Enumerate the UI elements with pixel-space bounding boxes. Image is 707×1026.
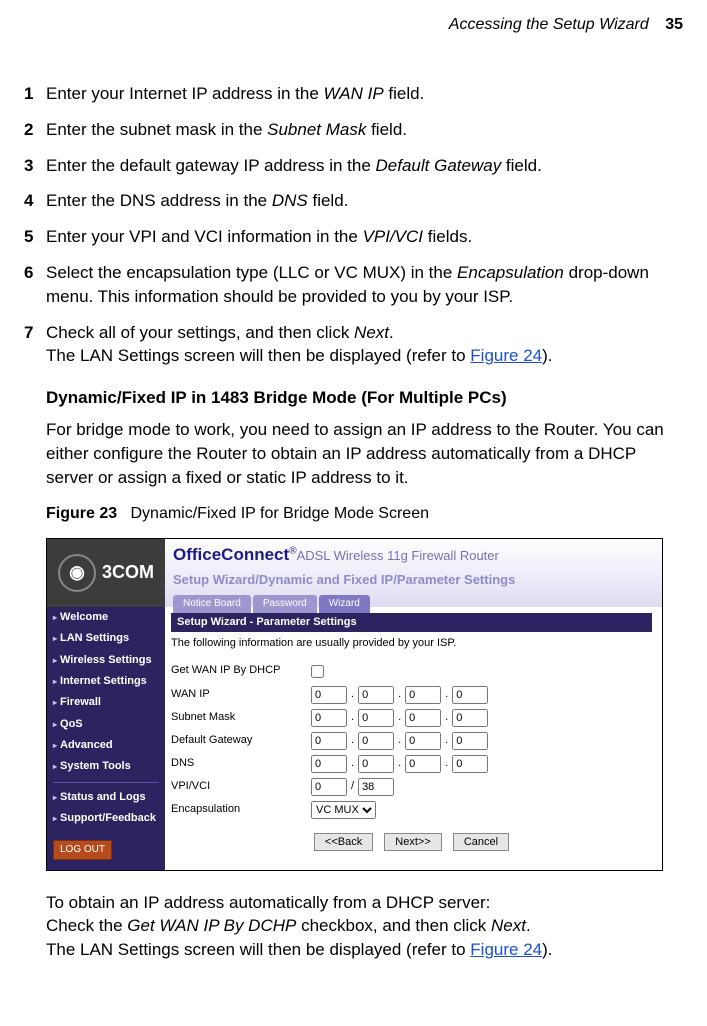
step-3: 3Enter the default gateway IP address in… xyxy=(24,154,683,178)
encaps-select[interactable]: VC MUX xyxy=(311,801,376,819)
back-button[interactable]: <<Back xyxy=(314,833,373,851)
sidebar: WelcomeLAN SettingsWireless SettingsInte… xyxy=(47,607,165,870)
running-header: Accessing the Setup Wizard 35 xyxy=(24,16,683,34)
panel-header: Setup Wizard - Parameter Settings xyxy=(171,613,652,632)
label-wanip: WAN IP xyxy=(171,687,311,702)
logo-3com: ◉ 3COM xyxy=(47,539,165,607)
router-ui: ◉ 3COM OfficeConnect®ADSL Wireless 11g F… xyxy=(46,538,663,871)
dns-4[interactable] xyxy=(452,755,488,773)
label-vpivci: VPI/VCI xyxy=(171,779,311,794)
wanip-1[interactable] xyxy=(311,686,347,704)
dhcp-checkbox[interactable] xyxy=(311,665,324,678)
sidebar-item-status-and-logs[interactable]: Status and Logs xyxy=(47,787,165,808)
figure-caption: Figure 23 Dynamic/Fixed IP for Bridge Mo… xyxy=(46,503,683,525)
dns-3[interactable] xyxy=(405,755,441,773)
paragraph: For bridge mode to work, you need to ass… xyxy=(46,418,683,489)
label-dns: DNS xyxy=(171,756,311,771)
dns-2[interactable] xyxy=(358,755,394,773)
subnet-4[interactable] xyxy=(452,709,488,727)
step-text: Check all of your settings, and then cli… xyxy=(46,321,683,369)
step-text: Select the encapsulation type (LLC or VC… xyxy=(46,261,683,309)
step-text: Enter your Internet IP address in the WA… xyxy=(46,82,683,106)
dns-1[interactable] xyxy=(311,755,347,773)
logo-icon: ◉ xyxy=(58,554,96,592)
vci-input[interactable] xyxy=(358,778,394,796)
step-6: 6Select the encapsulation type (LLC or V… xyxy=(24,261,683,309)
step-text: Enter your VPI and VCI information in th… xyxy=(46,225,683,249)
step-number: 2 xyxy=(24,118,46,142)
breadcrumb: Setup Wizard/Dynamic and Fixed IP/Parame… xyxy=(173,571,654,589)
logo-text: 3COM xyxy=(102,560,154,585)
figure-title: Dynamic/Fixed IP for Bridge Mode Screen xyxy=(130,505,429,522)
step-4: 4Enter the DNS address in the DNS field. xyxy=(24,189,683,213)
label-encaps: Encapsulation xyxy=(171,802,311,817)
step-5: 5Enter your VPI and VCI information in t… xyxy=(24,225,683,249)
subnet-2[interactable] xyxy=(358,709,394,727)
figure-link[interactable]: Figure 24 xyxy=(470,346,542,365)
step-number: 6 xyxy=(24,261,46,309)
logout-button[interactable]: LOG OUT xyxy=(53,840,112,860)
step-number: 5 xyxy=(24,225,46,249)
gw-3[interactable] xyxy=(405,732,441,750)
step-number: 3 xyxy=(24,154,46,178)
panel-note: The following information are usually pr… xyxy=(171,632,652,661)
figure-link[interactable]: Figure 24 xyxy=(470,940,542,959)
next-button[interactable]: Next>> xyxy=(384,833,441,851)
step-1: 1Enter your Internet IP address in the W… xyxy=(24,82,683,106)
sidebar-item-support-feedback[interactable]: Support/Feedback xyxy=(47,808,165,829)
wanip-4[interactable] xyxy=(452,686,488,704)
sidebar-item-system-tools[interactable]: System Tools xyxy=(47,756,165,777)
step-number: 1 xyxy=(24,82,46,106)
cancel-button[interactable]: Cancel xyxy=(453,833,509,851)
label-dhcp: Get WAN IP By DHCP xyxy=(171,663,311,678)
subnet-1[interactable] xyxy=(311,709,347,727)
gw-1[interactable] xyxy=(311,732,347,750)
sidebar-item-wireless-settings[interactable]: Wireless Settings xyxy=(47,650,165,671)
sidebar-item-welcome[interactable]: Welcome xyxy=(47,607,165,628)
subnet-3[interactable] xyxy=(405,709,441,727)
sidebar-item-internet-settings[interactable]: Internet Settings xyxy=(47,671,165,692)
step-text: Enter the default gateway IP address in … xyxy=(46,154,683,178)
sidebar-item-advanced[interactable]: Advanced xyxy=(47,735,165,756)
step-text: Enter the DNS address in the DNS field. xyxy=(46,189,683,213)
subheading: Dynamic/Fixed IP in 1483 Bridge Mode (Fo… xyxy=(46,386,683,410)
wanip-2[interactable] xyxy=(358,686,394,704)
page-number: 35 xyxy=(665,16,683,33)
vpi-input[interactable] xyxy=(311,778,347,796)
step-2: 2Enter the subnet mask in the Subnet Mas… xyxy=(24,118,683,142)
closing-paragraph: To obtain an IP address automatically fr… xyxy=(46,891,683,962)
step-7: 7Check all of your settings, and then cl… xyxy=(24,321,683,369)
sidebar-item-firewall[interactable]: Firewall xyxy=(47,692,165,713)
gw-4[interactable] xyxy=(452,732,488,750)
figure-label: Figure 23 xyxy=(46,505,117,522)
body-text: 1Enter your Internet IP address in the W… xyxy=(24,82,683,962)
gw-2[interactable] xyxy=(358,732,394,750)
step-number: 4 xyxy=(24,189,46,213)
product-brand: OfficeConnect®ADSL Wireless 11g Firewall… xyxy=(173,543,654,567)
wanip-3[interactable] xyxy=(405,686,441,704)
label-subnet: Subnet Mask xyxy=(171,710,311,725)
sidebar-item-qos[interactable]: QoS xyxy=(47,714,165,735)
sidebar-item-lan-settings[interactable]: LAN Settings xyxy=(47,628,165,649)
label-gateway: Default Gateway xyxy=(171,733,311,748)
section-title: Accessing the Setup Wizard xyxy=(449,16,649,33)
step-text: Enter the subnet mask in the Subnet Mask… xyxy=(46,118,683,142)
step-number: 7 xyxy=(24,321,46,369)
